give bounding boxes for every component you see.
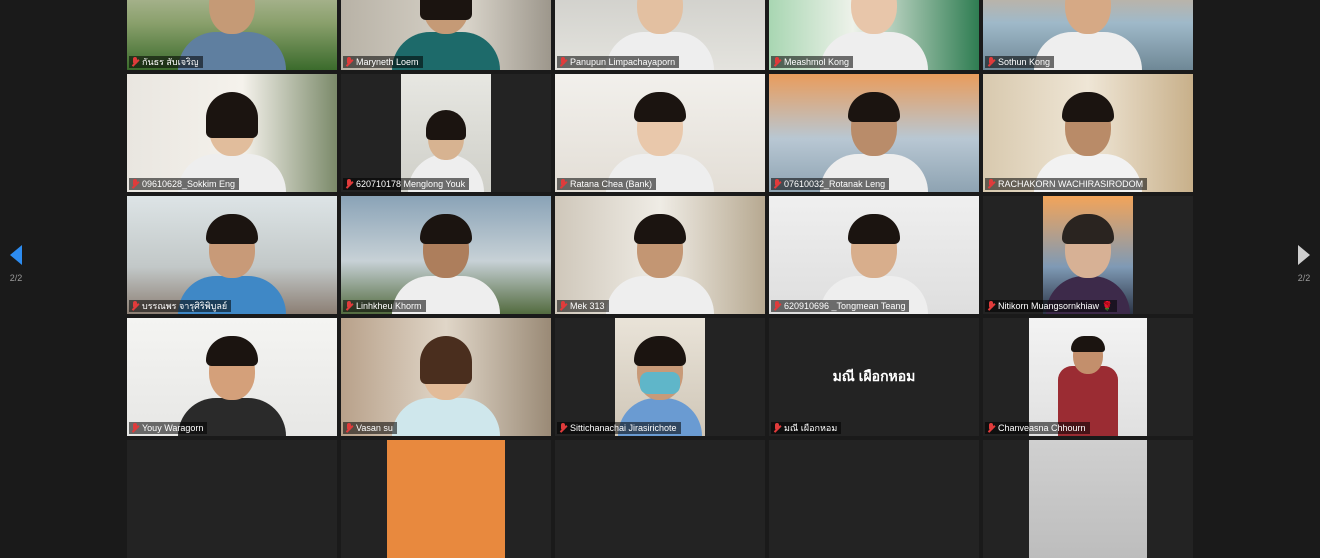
participant-video	[1043, 214, 1133, 314]
participant-video	[177, 336, 287, 436]
participant-video	[605, 92, 715, 192]
mic-muted-icon	[987, 57, 995, 67]
participant-video	[819, 92, 929, 192]
participant-tile[interactable]: Youy Waragorn	[127, 318, 337, 436]
mic-muted-icon	[345, 301, 353, 311]
participant-name-label: Ratana Chea (Bank)	[557, 178, 657, 190]
participant-video	[391, 336, 501, 436]
chevron-left-icon[interactable]	[10, 245, 22, 265]
participant-tile[interactable]: 620910696 _Tongmean Teang	[769, 196, 979, 314]
participant-name-label: Meashmol Kong	[771, 56, 854, 68]
participant-name-label: Chanveasna Chhourn	[985, 422, 1090, 434]
mic-muted-icon	[559, 57, 567, 67]
participant-tile[interactable]: RACHAKORN WACHIRASIRODOM	[983, 74, 1193, 192]
mic-muted-icon	[131, 57, 139, 67]
participant-name-label: 620910696 _Tongmean Teang	[771, 300, 910, 312]
participant-video	[819, 214, 929, 314]
mic-muted-icon	[345, 423, 353, 433]
participant-tile[interactable]: Mek 313	[555, 196, 765, 314]
mic-muted-icon	[773, 57, 781, 67]
mic-muted-icon	[987, 179, 995, 189]
participant-tile[interactable]	[555, 440, 765, 558]
participant-video	[605, 214, 715, 314]
mic-muted-icon	[131, 179, 139, 189]
participant-tile[interactable]	[127, 440, 337, 558]
participant-tile[interactable]	[769, 440, 979, 558]
prev-page-indicator: 2/2	[9, 273, 23, 283]
participant-video	[1033, 92, 1143, 192]
participant-tile[interactable]: Maryneth Loem	[341, 0, 551, 70]
participant-name-label: Sothun Kong	[985, 56, 1055, 68]
mic-muted-icon	[773, 179, 781, 189]
participant-name-label: RACHAKORN WACHIRASIRODOM	[985, 178, 1148, 190]
participant-display-name: มณี เผือกหอม	[832, 368, 916, 384]
next-page-indicator: 2/2	[1297, 273, 1311, 283]
participant-video	[177, 92, 287, 192]
mic-muted-icon	[773, 301, 781, 311]
mic-muted-icon	[987, 301, 995, 311]
participant-video	[177, 214, 287, 314]
participant-name-label: Mek 313	[557, 300, 609, 312]
participant-name-label: Sittichanachai Jirasirichote	[557, 422, 681, 434]
participant-name-label: 620710178 Menglong Youk	[343, 178, 470, 190]
participant-tile[interactable]: Sittichanachai Jirasirichote	[555, 318, 765, 436]
participant-video	[615, 336, 705, 436]
participant-tile[interactable]: บรรณพร จารุศิริพิบูลย์	[127, 196, 337, 314]
mic-muted-icon	[345, 57, 353, 67]
participant-tile[interactable]: 620710178 Menglong Youk	[341, 74, 551, 192]
participant-tile[interactable]: Nitikorn Muangsornkhiaw 🌹	[983, 196, 1193, 314]
participant-gallery: กันธร สับเจริญ Maryneth Loem Panupun Lim…	[127, 0, 1193, 558]
next-page-control[interactable]: 2/2	[1292, 245, 1316, 283]
participant-name-label: Vasan su	[343, 422, 397, 434]
participant-video	[406, 92, 486, 192]
participant-tile[interactable]: Meashmol Kong	[769, 0, 979, 70]
participant-name-label: บรรณพร จารุศิริพิบูลย์	[129, 300, 232, 312]
participant-tile[interactable]: Panupun Limpachayaporn	[555, 0, 765, 70]
participant-name-label: Youy Waragorn	[129, 422, 208, 434]
participant-name-label: Linhkheu Khorm	[343, 300, 426, 312]
participant-tile[interactable]: Chanveasna Chhourn	[983, 318, 1193, 436]
participant-name-label: Maryneth Loem	[343, 56, 423, 68]
participant-tile[interactable]: Ratana Chea (Bank)	[555, 74, 765, 192]
participant-tile[interactable]: Vasan su	[341, 318, 551, 436]
participant-tile[interactable]	[341, 440, 551, 558]
participant-video	[391, 214, 501, 314]
participant-name-label: Nitikorn Muangsornkhiaw 🌹	[985, 300, 1117, 312]
mic-muted-icon	[987, 423, 995, 433]
mic-muted-icon	[559, 423, 567, 433]
participant-name-label: 07610032_Rotanak Leng	[771, 178, 890, 190]
participant-tile[interactable]	[983, 440, 1193, 558]
participant-tile[interactable]: มณี เผือกหอม มณี เผือกหอม	[769, 318, 979, 436]
participant-name-label: Panupun Limpachayaporn	[557, 56, 680, 68]
mic-muted-icon	[131, 423, 139, 433]
mic-muted-icon	[773, 423, 781, 433]
participant-tile[interactable]: Linhkheu Khorm	[341, 196, 551, 314]
mic-muted-icon	[559, 301, 567, 311]
participant-name-label: 09610628_Sokkim Eng	[129, 178, 240, 190]
mic-muted-icon	[559, 179, 567, 189]
participant-tile[interactable]: กันธร สับเจริญ	[127, 0, 337, 70]
mic-muted-icon	[345, 179, 353, 189]
participant-tile[interactable]: 09610628_Sokkim Eng	[127, 74, 337, 192]
participant-tile[interactable]: 07610032_Rotanak Leng	[769, 74, 979, 192]
participant-name-label: กันธร สับเจริญ	[129, 56, 203, 68]
mic-muted-icon	[131, 301, 139, 311]
participant-tile[interactable]: Sothun Kong	[983, 0, 1193, 70]
prev-page-control[interactable]: 2/2	[4, 245, 28, 283]
participant-video	[1053, 336, 1123, 436]
participant-name-label: มณี เผือกหอม	[771, 422, 842, 434]
chevron-right-icon[interactable]	[1298, 245, 1310, 265]
